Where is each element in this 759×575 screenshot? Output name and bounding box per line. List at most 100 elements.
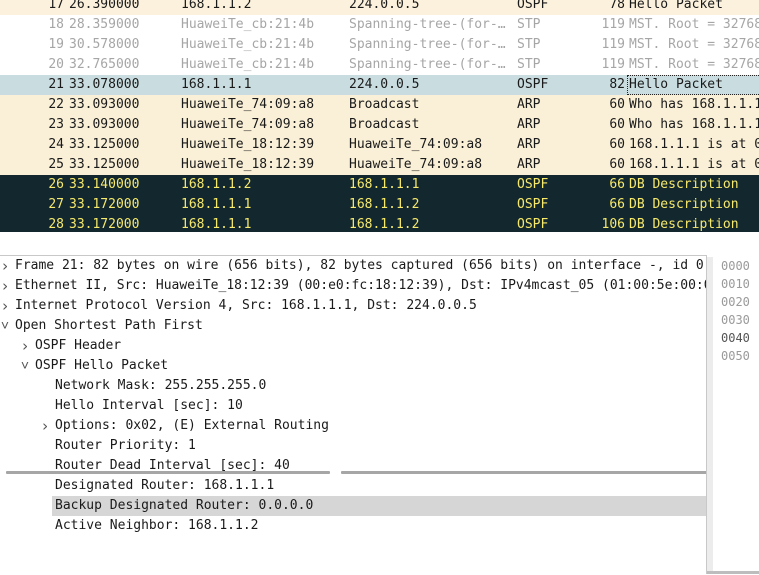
hex-offset: 0010	[721, 277, 750, 291]
pane-splitter[interactable]	[0, 232, 759, 474]
packet-length: 119	[601, 57, 625, 72]
detail-tree-item[interactable]: › Options: 0x02, (E) External Routing	[0, 416, 706, 436]
packet-source: 168.1.1.2	[181, 177, 252, 192]
packet-row[interactable]: 18 28.359000 HuaweiTe_cb:21:4b Spanning-tre…	[0, 15, 759, 35]
packet-info: Hello Packet	[629, 0, 723, 12]
packet-protocol: STP	[517, 57, 541, 72]
detail-tree-item[interactable]: Hello Interval [sec]: 10	[0, 396, 706, 416]
packet-list[interactable]: 17 26.390000 168.1.1.2 224.0.0.5 OSPF 78 Hello…	[0, 0, 759, 232]
packet-row[interactable]: 20 32.765000 HuaweiTe_cb:21:4b Spanning-tre…	[0, 55, 759, 75]
packet-source: HuaweiTe_cb:21:4b	[181, 37, 315, 52]
packet-source: 168.1.1.1	[181, 77, 252, 92]
detail-field-text: Options: 0x02, (E) External Routing	[55, 418, 329, 433]
detail-field-text: Backup Designated Router: 0.0.0.0	[55, 498, 314, 513]
packet-protocol: ARP	[517, 157, 541, 172]
packet-protocol: OSPF	[517, 77, 549, 92]
packet-row[interactable]: 27 33.172000 168.1.1.1 168.1.1.2 OSPF 66 DB De…	[0, 195, 759, 215]
packet-length: 60	[609, 97, 625, 112]
packet-destination: 168.1.1.2	[349, 217, 420, 232]
packet-source: HuaweiTe_74:09:a8	[181, 117, 315, 132]
packet-source: HuaweiTe_18:12:39	[181, 137, 315, 152]
packet-number: 20	[48, 57, 64, 72]
chevron-right-icon[interactable]: ›	[38, 416, 52, 436]
packet-protocol: OSPF	[517, 217, 549, 232]
packet-row[interactable]: 28 33.172000 168.1.1.1 168.1.1.2 OSPF 106 DB D…	[0, 215, 759, 232]
detail-tree-item[interactable]: › Frame 21: 82 bytes on wire (656 bits), …	[0, 256, 706, 276]
packet-protocol: STP	[517, 17, 541, 32]
packet-source: 168.1.1.1	[181, 217, 252, 232]
chevron-down-icon[interactable]: ˅	[0, 316, 12, 336]
packet-time: 33.093000	[69, 97, 140, 112]
packet-protocol: OSPF	[517, 197, 549, 212]
chevron-right-icon[interactable]: ›	[0, 296, 12, 316]
packet-number: 21	[48, 77, 64, 92]
packet-source: 168.1.1.1	[181, 197, 252, 212]
packet-length: 66	[609, 177, 625, 192]
hex-offset: 0000	[721, 259, 750, 273]
packet-number: 28	[48, 217, 64, 232]
chevron-right-icon[interactable]: ›	[0, 276, 12, 296]
detail-tree-item[interactable]: Designated Router: 168.1.1.1	[0, 476, 706, 496]
packet-source: 168.1.1.2	[181, 0, 252, 12]
packet-destination: 224.0.0.5	[349, 0, 420, 12]
packet-destination: Spanning-tree-(for-…	[349, 17, 506, 32]
packet-source: HuaweiTe_cb:21:4b	[181, 17, 315, 32]
hex-offset: 0040	[721, 331, 750, 345]
detail-tree-item[interactable]: › Ethernet II, Src: HuaweiTe_18:12:39 (00…	[0, 276, 706, 296]
detail-tree-item[interactable]: Network Mask: 255.255.255.0	[0, 376, 706, 396]
chevron-right-icon[interactable]: ›	[18, 336, 32, 356]
detail-tree-item[interactable]: Backup Designated Router: 0.0.0.0	[0, 496, 706, 516]
packet-number: 25	[48, 157, 64, 172]
packet-info: MST. Root = 32768	[629, 37, 759, 52]
chevron-right-icon[interactable]: ›	[0, 256, 12, 276]
detail-field-text: Frame 21: 82 bytes on wire (656 bits), 8…	[15, 258, 704, 273]
packet-length: 119	[601, 37, 625, 52]
detail-tree-item[interactable]: ˅ OSPF Hello Packet	[0, 356, 706, 376]
packet-row[interactable]: 25 33.125000 HuaweiTe_18:12:39 HuaweiTe_74:…	[0, 155, 759, 175]
detail-field-text: Designated Router: 168.1.1.1	[55, 478, 275, 493]
packet-row[interactable]: 26 33.140000 168.1.1.2 168.1.1.1 OSPF 66 DB De…	[0, 175, 759, 195]
packet-destination: 168.1.1.1	[349, 177, 420, 192]
packet-row[interactable]: 22 33.093000 HuaweiTe_74:09:a8 Broadcast ARP…	[0, 95, 759, 115]
packet-row[interactable]: 23 33.093000 HuaweiTe_74:09:a8 Broadcast ARP…	[0, 115, 759, 135]
packet-source: HuaweiTe_18:12:39	[181, 157, 315, 172]
packet-length: 60	[609, 117, 625, 132]
detail-tree-item[interactable]: Router Dead Interval [sec]: 40	[0, 456, 706, 476]
packet-details-tree[interactable]: › Frame 21: 82 bytes on wire (656 bits), …	[0, 255, 706, 575]
packet-row[interactable]: 19 30.578000 HuaweiTe_cb:21:4b Spanning-tre…	[0, 35, 759, 55]
packet-length: 78	[609, 0, 625, 12]
packet-destination: Spanning-tree-(for-…	[349, 57, 506, 72]
packet-number: 17	[48, 0, 64, 12]
detail-field-text: Network Mask: 255.255.255.0	[55, 378, 267, 393]
packet-info: DB Description	[629, 217, 739, 232]
packet-destination: 168.1.1.2	[349, 197, 420, 212]
detail-tree-item[interactable]: ˅ Open Shortest Path First	[0, 316, 706, 336]
detail-field-text: Internet Protocol Version 4, Src: 168.1.…	[15, 298, 477, 313]
packet-destination: Broadcast	[349, 97, 420, 112]
packet-destination: Spanning-tree-(for-…	[349, 37, 506, 52]
hex-offset: 0050	[721, 349, 750, 363]
packet-number: 26	[48, 177, 64, 192]
detail-tree-item[interactable]: Active Neighbor: 168.1.1.2	[0, 516, 706, 536]
packet-row[interactable]: 24 33.125000 HuaweiTe_18:12:39 HuaweiTe_74:…	[0, 135, 759, 155]
packet-info: MST. Root = 32768	[629, 17, 759, 32]
packet-row[interactable]: 21 33.078000 168.1.1.1 224.0.0.5 OSPF 82 Hello…	[0, 75, 759, 95]
packet-protocol: OSPF	[517, 177, 549, 192]
packet-destination: 224.0.0.5	[349, 77, 420, 92]
chevron-down-icon[interactable]: ˅	[18, 356, 32, 376]
detail-tree-item[interactable]: › Internet Protocol Version 4, Src: 168.1…	[0, 296, 706, 316]
detail-tree-item[interactable]: › OSPF Header	[0, 336, 706, 356]
detail-tree-item[interactable]: Router Priority: 1	[0, 436, 706, 456]
packet-time: 26.390000	[69, 0, 140, 12]
packet-time: 32.765000	[69, 57, 140, 72]
bytes-pane-scrollbar[interactable]	[707, 257, 713, 574]
packet-time: 33.172000	[69, 217, 140, 232]
packet-info: DB Description	[629, 177, 739, 192]
packet-length: 82	[609, 77, 625, 92]
packet-number: 23	[48, 117, 64, 132]
packet-length: 66	[609, 197, 625, 212]
packet-protocol: ARP	[517, 97, 541, 112]
packet-length: 106	[601, 217, 625, 232]
packet-row[interactable]: 17 26.390000 168.1.1.2 224.0.0.5 OSPF 78 Hello…	[0, 0, 759, 15]
packet-bytes-pane[interactable]: 0000 0010 0020 0030 0040 0050	[706, 255, 759, 574]
